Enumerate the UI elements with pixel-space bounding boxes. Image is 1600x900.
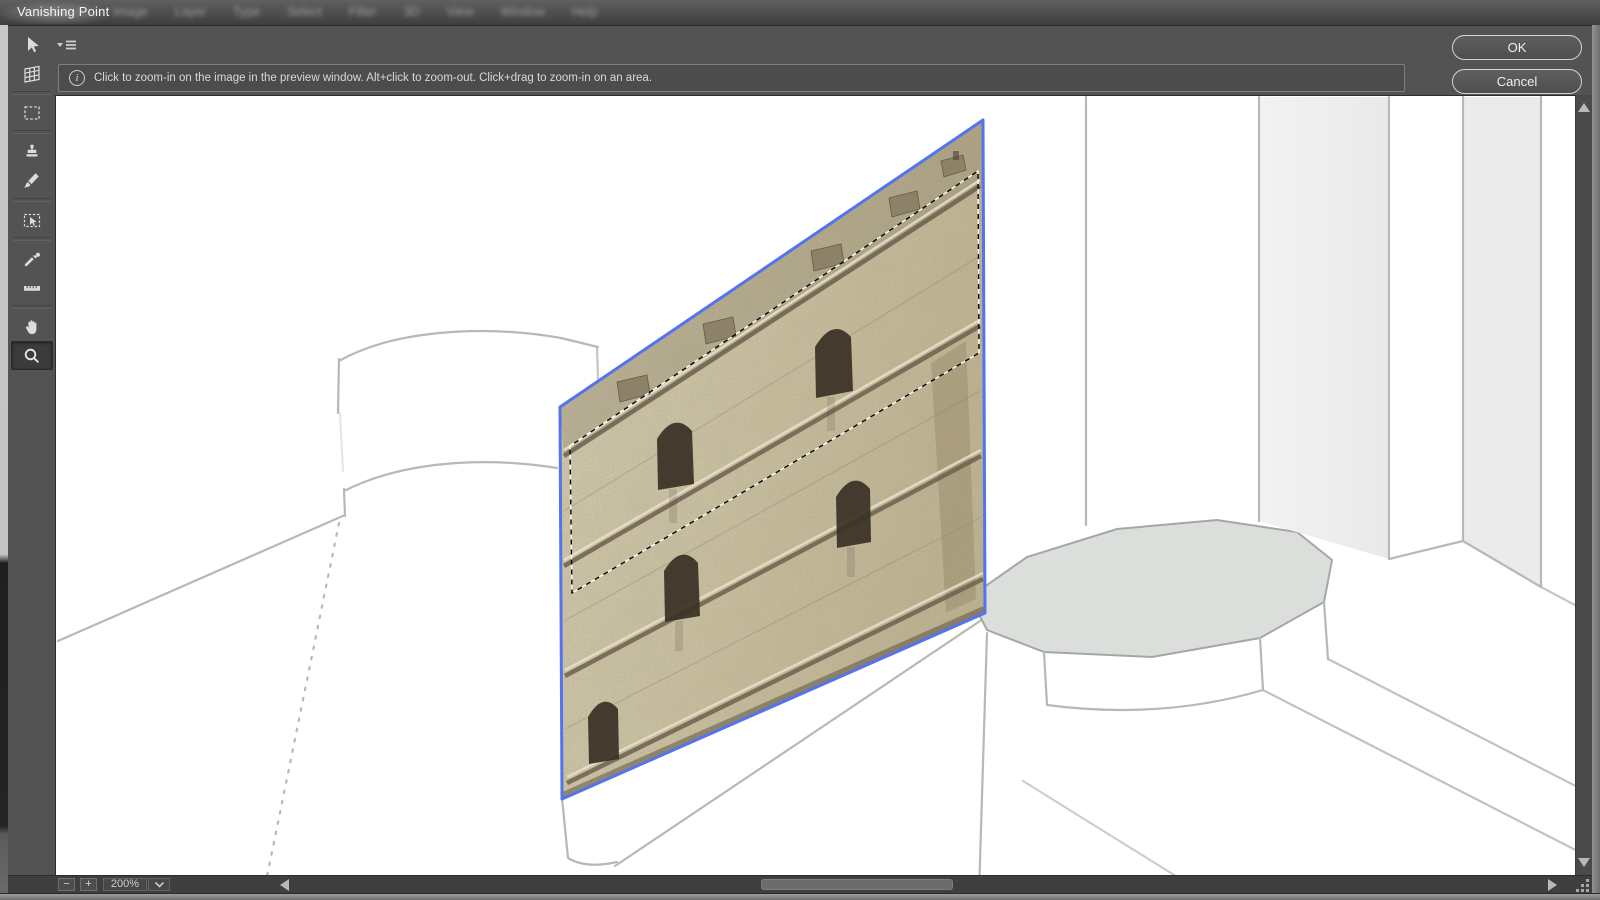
tool-separator: [13, 91, 51, 95]
brush-icon: [21, 170, 43, 192]
scroll-right-arrow-icon[interactable]: [1548, 879, 1557, 891]
brush-tool-button[interactable]: [11, 166, 53, 195]
cursor-arrow-icon: [21, 34, 43, 56]
flyout-menu-icon: [55, 38, 83, 54]
background-menubar: Image Layer Type Select Filter 3D View Window He…: [113, 5, 598, 19]
eyedropper-tool-button[interactable]: [11, 244, 53, 273]
title-bar: Vanishing Point Image Layer Type Select Filt…: [0, 0, 1600, 26]
octagon-base-top: [970, 520, 1332, 657]
info-bar: i Click to zoom-in on the image in the p…: [58, 64, 1405, 92]
window-edge-left: [0, 25, 8, 900]
magnifier-icon: [21, 345, 43, 367]
tool-separator: [13, 198, 51, 202]
background-menu-item: View: [447, 5, 474, 19]
tool-palette: [8, 30, 55, 370]
stamp-icon: [21, 141, 43, 163]
horizontal-scroll-thumb[interactable]: [761, 879, 953, 890]
background-menu-item: Filter: [349, 5, 377, 19]
settings-flyout-button[interactable]: [55, 38, 83, 54]
background-menu-item: Help: [572, 5, 598, 19]
background-menu-item: Select: [287, 5, 322, 19]
info-message: Click to zoom-in on the image in the pre…: [94, 72, 652, 84]
resize-grip-icon: [1574, 877, 1591, 893]
eyedropper-icon: [21, 248, 43, 270]
background-menu-item: Window: [501, 5, 545, 19]
window-title: Vanishing Point: [17, 4, 109, 19]
stamp-tool-button[interactable]: [11, 137, 53, 166]
window-edge-bottom: [0, 893, 1600, 900]
info-icon: i: [69, 70, 85, 86]
tower-shaded-face-2: [1463, 97, 1541, 587]
tool-separator: [13, 130, 51, 134]
tower-shaded-face: [1259, 97, 1389, 559]
create-plane-tool-button[interactable]: [11, 59, 53, 88]
status-bar: − + 200%: [8, 875, 1592, 893]
zoom-tool-button[interactable]: [11, 341, 53, 370]
background-menu-item: Layer: [175, 5, 206, 19]
zoom-level-display[interactable]: 200%: [103, 878, 147, 891]
ok-button[interactable]: OK: [1452, 35, 1582, 60]
scroll-up-arrow-icon[interactable]: [1578, 103, 1590, 112]
measure-tool-button[interactable]: [11, 273, 53, 302]
zoom-out-button[interactable]: −: [58, 878, 75, 891]
perspective-grid-icon: [21, 63, 43, 85]
scroll-down-arrow-icon[interactable]: [1578, 858, 1590, 867]
zoom-dropdown-button[interactable]: [148, 878, 170, 891]
ruler-icon: [21, 277, 43, 299]
zoom-in-button[interactable]: +: [80, 878, 97, 891]
tool-separator: [13, 237, 51, 241]
preview-canvas[interactable]: [55, 95, 1576, 876]
tool-separator: [13, 305, 51, 309]
perspective-plane[interactable]: [560, 120, 985, 799]
marquee-icon: [21, 102, 43, 124]
vertical-scrollbar[interactable]: [1575, 95, 1592, 875]
resize-grip[interactable]: [1574, 877, 1591, 893]
chevron-down-icon: [154, 881, 165, 888]
background-menu-item: Type: [233, 5, 260, 19]
window-edge-right: [1592, 25, 1600, 900]
background-menu-item: 3D: [404, 5, 420, 19]
edit-plane-tool-button[interactable]: [11, 30, 53, 59]
marquee-tool-button[interactable]: [11, 98, 53, 127]
vanishing-point-dialog: Vanishing Point Image Layer Type Select Filt…: [0, 0, 1600, 900]
hand-icon: [21, 316, 43, 338]
background-menu-item: Image: [113, 5, 148, 19]
transform-tool-button[interactable]: [11, 205, 53, 234]
transform-icon: [21, 209, 43, 231]
cancel-button[interactable]: Cancel: [1452, 69, 1582, 94]
scroll-left-arrow-icon[interactable]: [280, 879, 289, 891]
hand-tool-button[interactable]: [11, 312, 53, 341]
